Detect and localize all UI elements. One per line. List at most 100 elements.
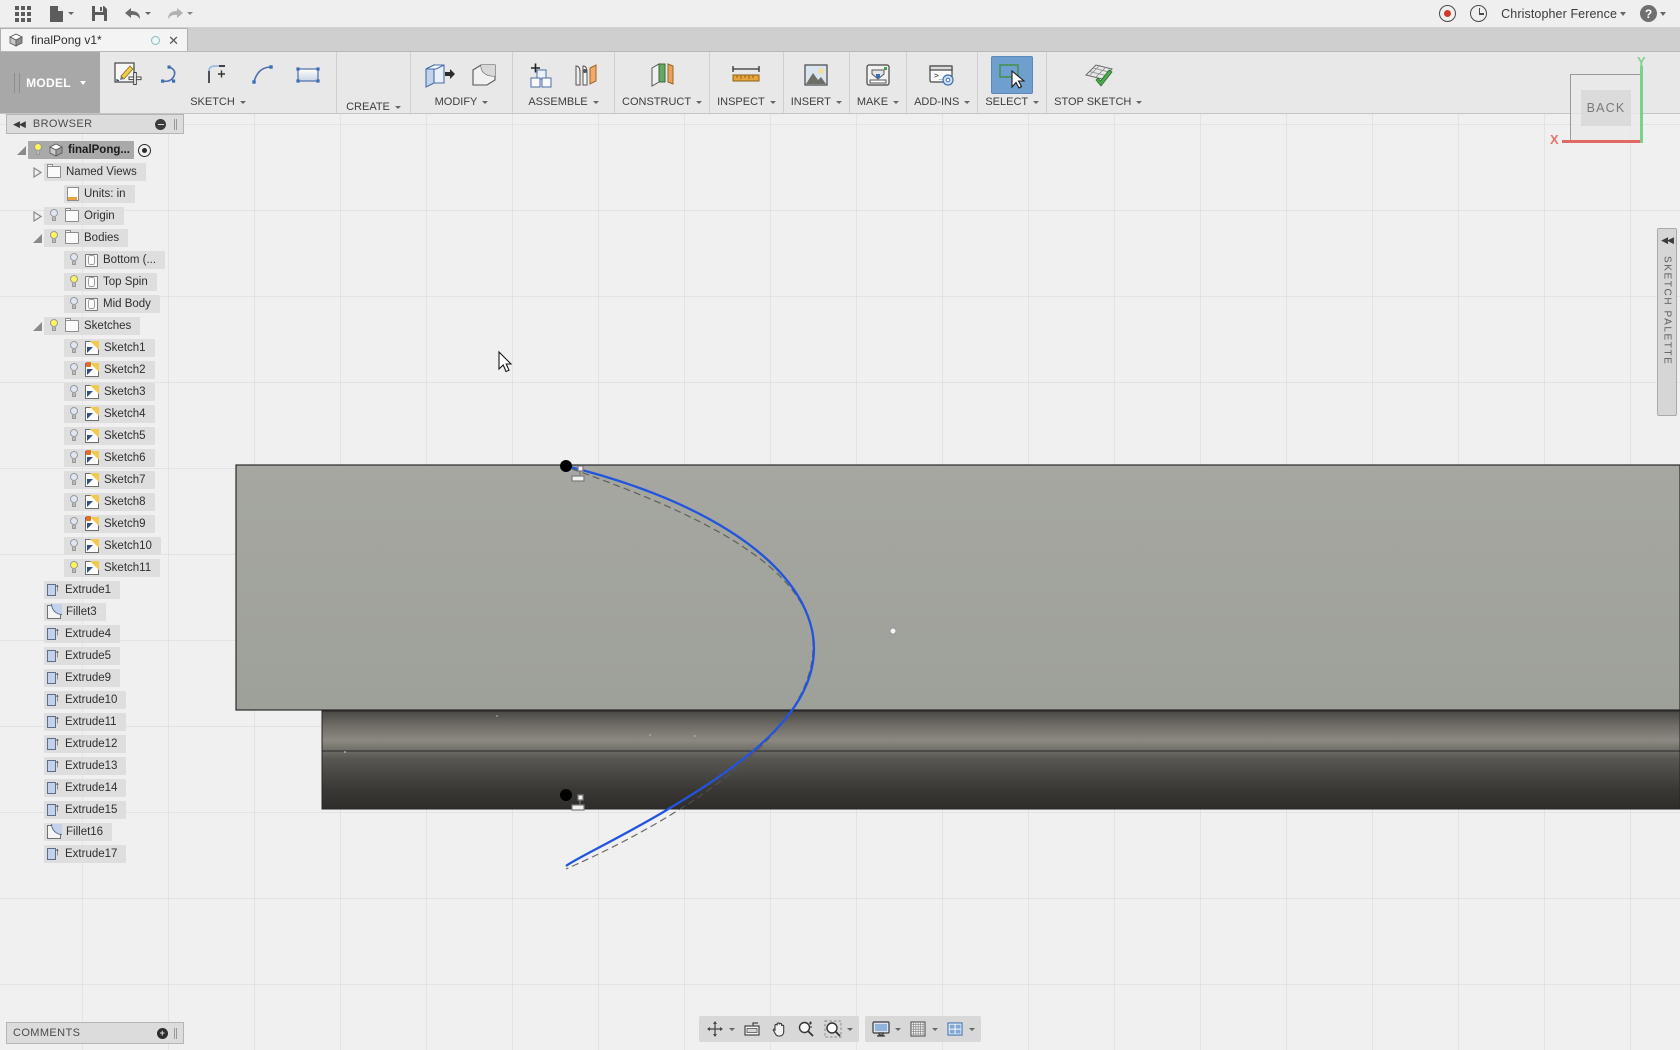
chevron-down-icon[interactable] bbox=[696, 100, 703, 104]
browser-tree-item-pill[interactable]: ↑ Extrude13 bbox=[44, 757, 127, 775]
ribbon-panel-label-addins[interactable]: ADD-INS bbox=[914, 96, 971, 108]
browser-tree-item[interactable]: ↑ Extrude17 bbox=[6, 843, 184, 865]
browser-tree-item-pill[interactable]: Sketch2 bbox=[64, 361, 155, 379]
chevron-down-icon[interactable] bbox=[835, 100, 842, 104]
browser-tree-item[interactable]: Sketch9 bbox=[6, 513, 184, 535]
chevron-down-icon[interactable] bbox=[482, 100, 489, 104]
document-tab-finalpong[interactable]: finalPong v1* ✕ bbox=[0, 28, 188, 51]
collapse-left-icon[interactable]: ◀◀ bbox=[1661, 235, 1674, 246]
browser-tree-item[interactable]: ↑ Extrude11 bbox=[6, 711, 184, 733]
display-settings-button[interactable] bbox=[868, 1018, 904, 1040]
undo-caret-icon[interactable] bbox=[144, 12, 151, 15]
new-file-icon[interactable] bbox=[40, 1, 82, 27]
close-icon[interactable]: ✕ bbox=[168, 34, 179, 47]
workspace-caret-icon[interactable] bbox=[79, 80, 86, 85]
visibility-bulb-on-icon[interactable] bbox=[47, 319, 60, 333]
browser-tree-item[interactable]: Fillet3 bbox=[6, 601, 184, 623]
browser-tree-item-pill[interactable]: ↑ Extrude10 bbox=[44, 691, 127, 709]
browser-tree-item-pill[interactable]: Sketch1 bbox=[64, 339, 155, 357]
chevron-down-icon[interactable] bbox=[239, 100, 246, 104]
visibility-bulb-off-icon[interactable] bbox=[67, 429, 80, 443]
browser-tree-item[interactable]: Sketch6 bbox=[6, 447, 184, 469]
browser-tree-item-pill[interactable]: ↑ Extrude15 bbox=[44, 801, 127, 819]
browser-tree-item[interactable]: Mid Body bbox=[6, 293, 184, 315]
browser-tree-item-pill[interactable]: Sketch5 bbox=[64, 427, 155, 445]
browser-tree-item-pill[interactable]: Origin bbox=[44, 207, 124, 225]
browser-tree-item-pill[interactable]: ↑ Extrude11 bbox=[44, 713, 126, 731]
ribbon-panel-label-create[interactable]: CREATE bbox=[346, 101, 401, 113]
redo-caret-icon[interactable] bbox=[186, 12, 193, 15]
twisty-collapsed-icon[interactable] bbox=[30, 209, 44, 223]
chevron-down-icon[interactable] bbox=[964, 100, 971, 104]
line-plus-icon[interactable] bbox=[197, 56, 239, 94]
browser-tree-item[interactable]: Sketches bbox=[6, 315, 184, 337]
visibility-bulb-on-icon[interactable] bbox=[31, 143, 44, 157]
minimize-icon[interactable] bbox=[155, 118, 166, 130]
look-at-button[interactable] bbox=[739, 1018, 765, 1040]
visibility-bulb-on-icon[interactable] bbox=[47, 231, 60, 245]
twisty-collapsed-icon[interactable] bbox=[30, 165, 44, 179]
browser-tree-item[interactable]: ↑ Extrude15 bbox=[6, 799, 184, 821]
visibility-bulb-off-icon[interactable] bbox=[47, 209, 60, 223]
browser-tree-item[interactable]: ↑ Extrude10 bbox=[6, 689, 184, 711]
new-file-caret-icon[interactable] bbox=[67, 12, 74, 15]
ribbon-panel-label-assemble[interactable]: ASSEMBLE bbox=[528, 96, 599, 108]
rectangle-icon[interactable] bbox=[287, 56, 329, 94]
press-pull-icon[interactable] bbox=[418, 56, 460, 94]
ribbon-panel-label-construct[interactable]: CONSTRUCT bbox=[622, 96, 703, 108]
browser-tree-item-pill[interactable]: Sketch7 bbox=[64, 471, 155, 489]
browser-tree-item[interactable]: Sketch4 bbox=[6, 403, 184, 425]
chevron-down-icon[interactable] bbox=[1136, 100, 1143, 104]
browser-tree-item[interactable]: Origin bbox=[6, 205, 184, 227]
browser-tree-item-pill[interactable]: ↑ Extrude17 bbox=[44, 845, 127, 863]
model-canvas[interactable] bbox=[0, 114, 1680, 1050]
canvas-viewport[interactable] bbox=[0, 114, 1680, 1050]
orbit-button[interactable] bbox=[702, 1018, 738, 1040]
visibility-bulb-off-icon[interactable] bbox=[67, 385, 80, 399]
browser-tree-item[interactable]: Sketch2 bbox=[6, 359, 184, 381]
visibility-bulb-off-icon[interactable] bbox=[67, 253, 80, 267]
browser-tree-item[interactable]: Sketch3 bbox=[6, 381, 184, 403]
browser-tree-item-pill[interactable]: Fillet3 bbox=[44, 603, 106, 621]
visibility-bulb-off-icon[interactable] bbox=[67, 363, 80, 377]
browser-tree-item-pill[interactable]: Sketch4 bbox=[64, 405, 155, 423]
ribbon-panel-label-make[interactable]: MAKE bbox=[857, 96, 900, 108]
browser-tree-item[interactable]: Sketch11 bbox=[6, 557, 184, 579]
select-icon[interactable] bbox=[991, 56, 1034, 94]
ribbon-panel-label-inspect[interactable]: INSPECT bbox=[717, 96, 776, 108]
browser-tree-item[interactable]: Sketch10 bbox=[6, 535, 184, 557]
undo-icon[interactable] bbox=[116, 1, 158, 27]
zoom-window-caret-icon[interactable] bbox=[847, 1027, 853, 1031]
visibility-bulb-off-icon[interactable] bbox=[67, 473, 80, 487]
browser-tree-item-pill[interactable]: ↑ Extrude1 bbox=[44, 581, 121, 599]
browser-tree-item-pill[interactable]: Mid Body bbox=[64, 295, 160, 313]
visibility-bulb-on-icon[interactable] bbox=[67, 275, 80, 289]
browser-tree-item-pill[interactable]: ↑ Extrude12 bbox=[44, 735, 127, 753]
record-icon[interactable] bbox=[1439, 5, 1457, 22]
browser-tree-item-pill[interactable]: Sketch11 bbox=[64, 559, 161, 577]
browser-tree-item[interactable]: Bottom (... bbox=[6, 249, 184, 271]
chevron-down-icon[interactable] bbox=[769, 100, 776, 104]
visibility-bulb-off-icon[interactable] bbox=[67, 539, 80, 553]
browser-tree-item-pill[interactable]: Bodies bbox=[44, 229, 129, 247]
zoom-button[interactable] bbox=[793, 1018, 819, 1040]
insert-image-icon[interactable] bbox=[795, 56, 837, 94]
chevron-down-icon[interactable] bbox=[592, 100, 599, 104]
browser-tree-item-pill[interactable]: Sketch9 bbox=[64, 515, 155, 533]
visibility-bulb-off-icon[interactable] bbox=[67, 451, 80, 465]
visibility-bulb-on-icon[interactable] bbox=[67, 561, 80, 575]
browser-tree-item[interactable]: Sketch8 bbox=[6, 491, 184, 513]
visibility-bulb-off-icon[interactable] bbox=[67, 297, 80, 311]
browser-tree-item[interactable]: finalPong... bbox=[6, 139, 184, 161]
help-menu[interactable]: ? bbox=[1640, 5, 1666, 22]
viewports-button[interactable] bbox=[942, 1018, 978, 1040]
ribbon-panel-label-select[interactable]: SELECT bbox=[985, 96, 1040, 108]
ribbon-panel-label-insert[interactable]: INSERT bbox=[791, 96, 842, 108]
browser-tree-item[interactable]: ↑ Extrude9 bbox=[6, 667, 184, 689]
browser-tree-item[interactable]: Sketch5 bbox=[6, 425, 184, 447]
browser-tree-item-pill[interactable]: Sketch10 bbox=[64, 537, 161, 555]
display-settings-caret-icon[interactable] bbox=[895, 1027, 901, 1031]
browser-tree-item-pill[interactable]: Sketch8 bbox=[64, 493, 155, 511]
joint-icon[interactable] bbox=[565, 56, 607, 94]
browser-tree-item[interactable]: Named Views bbox=[6, 161, 184, 183]
